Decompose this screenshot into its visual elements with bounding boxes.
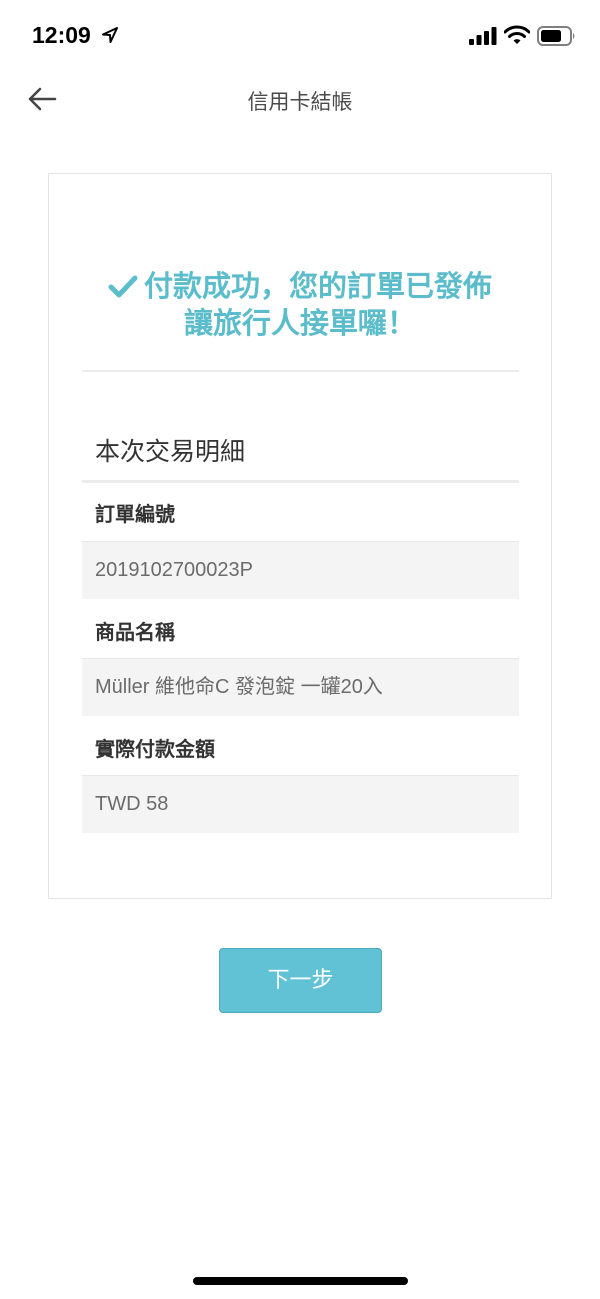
success-text-1: 付款成功，您的訂單已發佈 [143,269,492,303]
details-divider [82,480,519,483]
product-name-value: Müller 維他命C 發泡錠 一罐20入 [82,658,519,716]
order-number-label: 訂單編號 [95,502,175,526]
nav-bar: 信用卡結帳 [0,72,600,126]
checkout-success-screen: 12:09 信用卡結帳 付款成功，您的訂單已發佈 讓旅行人接單囉！ 本次交易明細… [0,0,600,1299]
page-title: 信用卡結帳 [247,90,353,114]
cellular-signal-icon [469,27,497,45]
status-time: 12:09 [32,22,91,48]
product-name-label: 商品名稱 [95,620,175,644]
amount-value: TWD 58 [82,775,519,833]
order-number-value: 2019102700023P [82,541,519,599]
status-bar: 12:09 [0,0,600,72]
success-line-1: 付款成功，您的訂單已發佈 [49,268,551,305]
checkmark-icon [108,275,138,298]
receipt-card: 付款成功，您的訂單已發佈 讓旅行人接單囉！ 本次交易明細 訂單編號 201910… [48,173,552,899]
details-title: 本次交易明細 [95,437,246,466]
divider [82,370,519,372]
next-button[interactable]: 下一步 [219,948,382,1013]
wifi-icon [504,25,530,44]
battery-icon [537,26,575,46]
amount-label: 實際付款金額 [95,737,215,761]
success-message: 付款成功，您的訂單已發佈 讓旅行人接單囉！ [49,268,551,342]
location-arrow-icon [102,27,118,43]
home-indicator [193,1277,408,1285]
success-text-2: 讓旅行人接單囉！ [183,306,416,340]
